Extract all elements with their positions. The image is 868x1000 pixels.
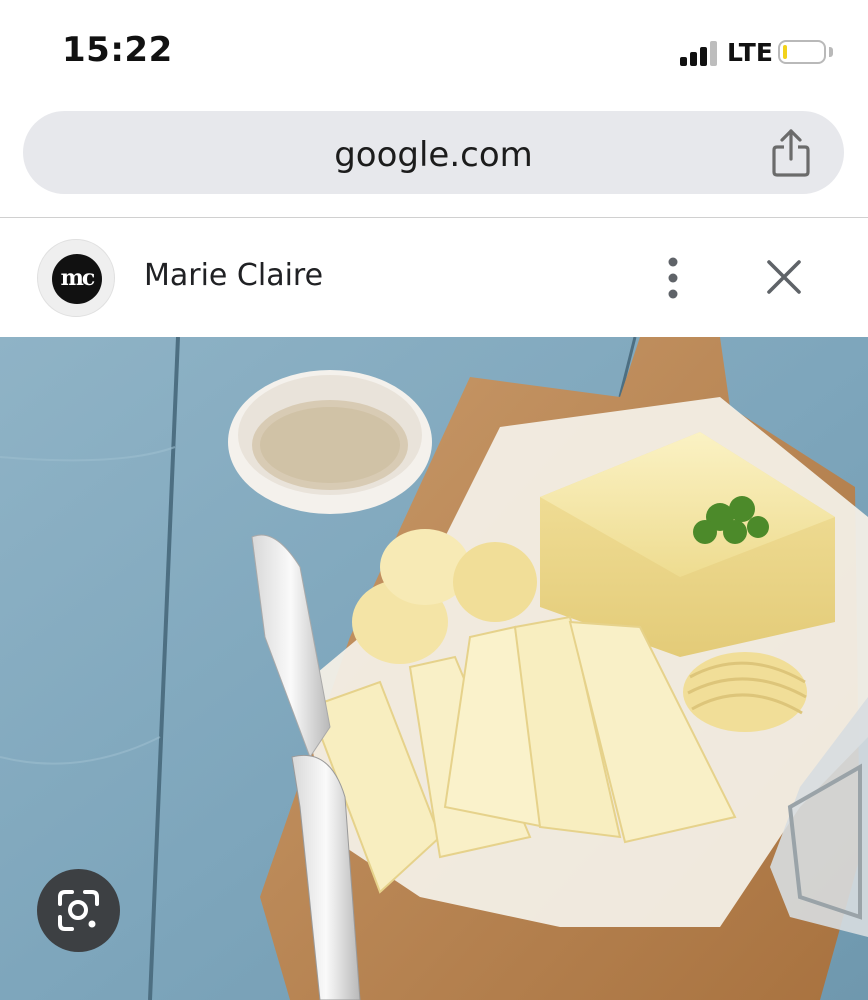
share-icon[interactable] (771, 127, 811, 179)
cellular-signal-icon (680, 40, 720, 66)
status-bar: 15:22 LTE (0, 0, 868, 100)
source-logo-text: mc (52, 254, 102, 304)
source-header: mc Marie Claire (0, 218, 868, 336)
source-logo[interactable]: mc (37, 239, 115, 317)
network-type-label: LTE (727, 38, 773, 67)
status-time: 15:22 (62, 30, 173, 70)
google-lens-icon (58, 890, 99, 931)
more-vertical-icon[interactable] (660, 256, 686, 300)
google-lens-button[interactable] (37, 869, 120, 952)
close-icon[interactable] (765, 258, 803, 296)
battery-level-fill (783, 45, 787, 59)
battery-cap (829, 47, 833, 57)
photo-illustration (0, 337, 868, 1000)
source-name[interactable]: Marie Claire (144, 258, 323, 293)
battery-icon (778, 40, 826, 64)
url-text[interactable]: google.com (23, 135, 844, 175)
butter-photo[interactable] (0, 337, 868, 1000)
address-bar[interactable]: google.com (23, 111, 844, 194)
